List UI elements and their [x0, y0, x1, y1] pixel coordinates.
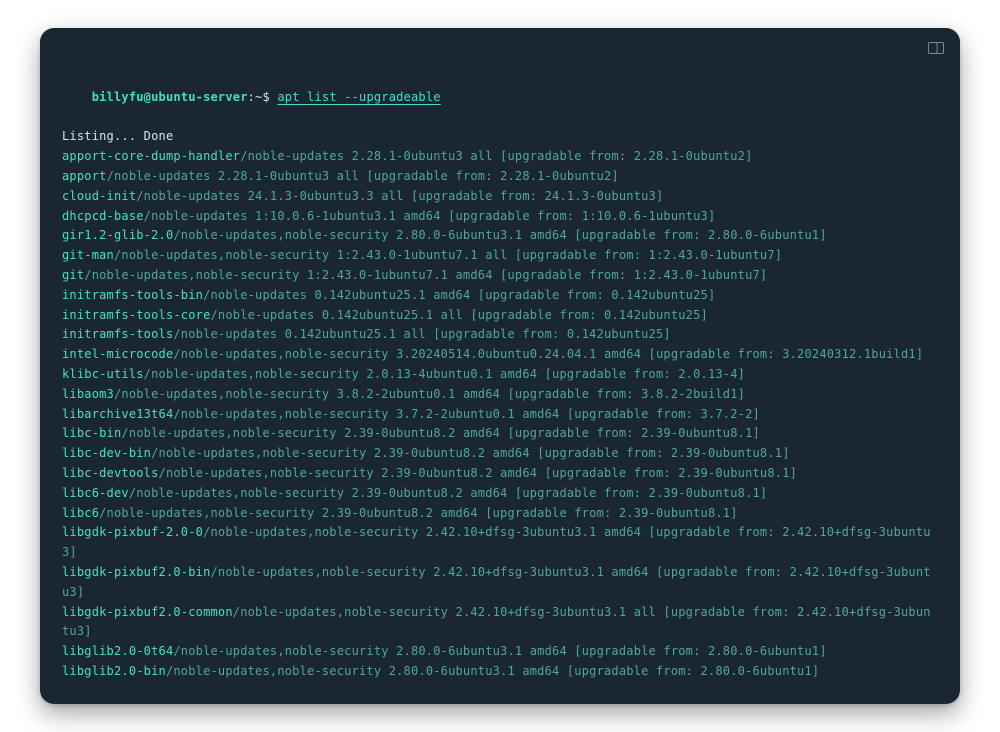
package-name: intel-microcode [62, 347, 173, 361]
package-line: libgdk-pixbuf2.0-common/noble-updates,no… [62, 603, 938, 643]
package-name: libarchive13t64 [62, 407, 173, 421]
package-details: /noble-updates 1:10.0.6-1ubuntu3.1 amd64… [144, 209, 716, 223]
prompt-user-host: billyfu@ubuntu-server [92, 90, 248, 104]
package-line: libgdk-pixbuf-2.0-0/noble-updates,noble-… [62, 523, 938, 563]
package-name: libc6 [62, 506, 99, 520]
prompt-dollar: $ [262, 90, 269, 104]
package-details: /noble-updates 0.142ubuntu25.1 all [upgr… [211, 308, 708, 322]
package-details: /noble-updates,noble-security 2.39-0ubun… [99, 506, 738, 520]
package-name: libglib2.0-0t64 [62, 644, 173, 658]
package-line: libgdk-pixbuf2.0-bin/noble-updates,noble… [62, 563, 938, 603]
package-line: libglib2.0-bin/noble-updates,noble-secur… [62, 662, 938, 682]
package-line: libglib2.0-0t64/noble-updates,noble-secu… [62, 642, 938, 662]
package-details: /noble-updates 2.28.1-0ubuntu3 all [upgr… [107, 169, 619, 183]
package-line: libc-dev-bin/noble-updates,noble-securit… [62, 444, 938, 464]
package-line: initramfs-tools-bin/noble-updates 0.142u… [62, 286, 938, 306]
package-line: libc-bin/noble-updates,noble-security 2.… [62, 424, 938, 444]
package-details: /noble-updates,noble-security 1:2.43.0-1… [114, 248, 782, 262]
package-details: /noble-updates,noble-security 2.80.0-6ub… [166, 664, 819, 678]
package-details: /noble-updates 2.28.1-0ubuntu3 all [upgr… [240, 149, 752, 163]
package-details: /noble-updates 0.142ubuntu25.1 all [upgr… [173, 327, 670, 341]
package-name: git-man [62, 248, 114, 262]
package-name: initramfs-tools-bin [62, 288, 203, 302]
package-line: libc6-dev/noble-updates,noble-security 2… [62, 484, 938, 504]
package-name: libgdk-pixbuf2.0-common [62, 605, 233, 619]
package-name: klibc-utils [62, 367, 144, 381]
package-name: initramfs-tools-core [62, 308, 211, 322]
package-details: /noble-updates,noble-security 2.80.0-6ub… [173, 228, 826, 242]
package-details: /noble-updates,noble-security 2.80.0-6ub… [173, 644, 826, 658]
package-line: libaom3/noble-updates,noble-security 3.8… [62, 385, 938, 405]
package-name: git [62, 268, 84, 282]
package-details: /noble-updates,noble-security 3.8.2-2ubu… [114, 387, 745, 401]
package-line: initramfs-tools/noble-updates 0.142ubunt… [62, 325, 938, 345]
package-name: libaom3 [62, 387, 114, 401]
package-details: /noble-updates,noble-security 2.0.13-4ub… [144, 367, 745, 381]
status-line: Listing... Done [62, 127, 938, 147]
package-line: git-man/noble-updates,noble-security 1:2… [62, 246, 938, 266]
package-line: cloud-init/noble-updates 24.1.3-0ubuntu3… [62, 187, 938, 207]
package-line: dhcpcd-base/noble-updates 1:10.0.6-1ubun… [62, 207, 938, 227]
package-line: apport/noble-updates 2.28.1-0ubuntu3 all… [62, 167, 938, 187]
package-details: /noble-updates 24.1.3-0ubuntu3.3 all [up… [136, 189, 663, 203]
package-details: /noble-updates,noble-security 2.39-0ubun… [129, 486, 768, 500]
package-name: cloud-init [62, 189, 136, 203]
package-name: gir1.2-glib-2.0 [62, 228, 173, 242]
package-line: gir1.2-glib-2.0/noble-updates,noble-secu… [62, 226, 938, 246]
package-details: /noble-updates,noble-security 1:2.43.0-1… [84, 268, 767, 282]
package-line: libc6/noble-updates,noble-security 2.39-… [62, 504, 938, 524]
prompt-separator: :~ [248, 90, 263, 104]
package-line: libc-devtools/noble-updates,noble-securi… [62, 464, 938, 484]
package-line: apport-core-dump-handler/noble-updates 2… [62, 147, 938, 167]
package-line: libarchive13t64/noble-updates,noble-secu… [62, 405, 938, 425]
entered-command: apt list --upgradeable [277, 90, 440, 104]
package-details: /noble-updates 0.142ubuntu25.1 amd64 [up… [203, 288, 715, 302]
package-line: git/noble-updates,noble-security 1:2.43.… [62, 266, 938, 286]
package-name: libgdk-pixbuf-2.0-0 [62, 525, 203, 539]
package-name: libc-dev-bin [62, 446, 151, 460]
package-name: libc6-dev [62, 486, 129, 500]
package-name: libc-devtools [62, 466, 159, 480]
package-details: /noble-updates,noble-security 3.20240514… [173, 347, 923, 361]
terminal-window[interactable]: billyfu@ubuntu-server:~$ apt list --upgr… [40, 28, 960, 704]
package-name: apport-core-dump-handler [62, 149, 240, 163]
package-name: initramfs-tools [62, 327, 173, 341]
package-details: /noble-updates,noble-security 2.39-0ubun… [159, 466, 798, 480]
package-list: apport-core-dump-handler/noble-updates 2… [62, 147, 938, 682]
package-name: dhcpcd-base [62, 209, 144, 223]
package-name: libglib2.0-bin [62, 664, 166, 678]
package-details: /noble-updates,noble-security 3.7.2-2ubu… [173, 407, 760, 421]
package-name: libc-bin [62, 426, 121, 440]
package-name: libgdk-pixbuf2.0-bin [62, 565, 211, 579]
package-details: /noble-updates,noble-security 2.39-0ubun… [121, 426, 760, 440]
package-line: initramfs-tools-core/noble-updates 0.142… [62, 306, 938, 326]
prompt-line: billyfu@ubuntu-server:~$ apt list --upgr… [62, 68, 938, 127]
package-name: apport [62, 169, 107, 183]
package-line: klibc-utils/noble-updates,noble-security… [62, 365, 938, 385]
package-details: /noble-updates,noble-security 2.39-0ubun… [151, 446, 790, 460]
package-line: intel-microcode/noble-updates,noble-secu… [62, 345, 938, 365]
panel-split-icon [928, 42, 944, 54]
